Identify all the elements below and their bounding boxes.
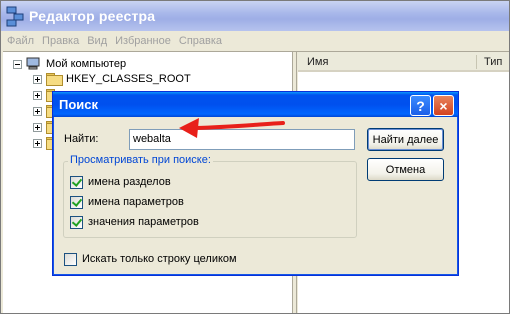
menu-edit[interactable]: Правка — [42, 35, 79, 47]
list-header: Имя Тип — [298, 52, 509, 72]
menu-favorites[interactable]: Избранное — [115, 35, 171, 47]
option-match-whole[interactable]: Искать только строку целиком — [64, 251, 237, 267]
arrow-annotation — [179, 118, 285, 138]
checkbox-data[interactable] — [70, 215, 83, 229]
help-icon: ? — [416, 97, 425, 114]
checkbox-keys[interactable] — [70, 175, 83, 189]
menu-view[interactable]: Вид — [87, 35, 107, 47]
menu-bar: Файл Правка Вид Избранное Справка — [1, 31, 509, 51]
checkbox-match-whole[interactable] — [64, 252, 77, 266]
checkbox-values[interactable] — [70, 195, 83, 209]
option-label: значения параметров — [88, 216, 199, 228]
help-button[interactable]: ? — [410, 95, 431, 116]
regedit-icon — [6, 6, 24, 27]
close-button[interactable]: × — [433, 95, 454, 116]
expand-icon[interactable] — [33, 122, 42, 132]
regedit-window: Редактор реестра Файл Правка Вид Избранн… — [0, 0, 510, 314]
dialog-title: Поиск — [59, 97, 99, 112]
window-title: Редактор реестра — [29, 8, 156, 24]
column-header-type[interactable]: Тип — [484, 56, 502, 68]
expand-icon[interactable] — [33, 90, 42, 100]
tree-item-root[interactable]: Мой компьютер — [13, 56, 126, 72]
expand-icon[interactable] — [33, 74, 42, 84]
column-header-name[interactable]: Имя — [307, 56, 328, 68]
expand-icon[interactable] — [33, 106, 42, 116]
option-label: имена разделов — [88, 176, 171, 188]
option-data[interactable]: значения параметров — [70, 214, 199, 230]
find-label: Найти: — [64, 133, 99, 145]
option-label: имена параметров — [88, 196, 184, 208]
cancel-button[interactable]: Отмена — [367, 158, 444, 181]
tree-item-label: HKEY_CLASSES_ROOT — [66, 73, 191, 85]
title-bar: Редактор реестра — [1, 1, 509, 31]
tree-item[interactable]: HKEY_CLASSES_ROOT — [33, 71, 191, 87]
tree-label-root: Мой компьютер — [46, 58, 127, 70]
group-title: Просматривать при поиске: — [68, 154, 213, 166]
find-next-button[interactable]: Найти далее — [367, 128, 444, 151]
collapse-icon[interactable] — [13, 59, 22, 69]
option-label: Искать только строку целиком — [82, 253, 237, 265]
menu-help[interactable]: Справка — [179, 35, 222, 47]
computer-icon — [26, 57, 40, 70]
menu-file[interactable]: Файл — [7, 35, 34, 47]
folder-icon — [46, 73, 63, 86]
search-options-group: Просматривать при поиске: имена разделов… — [63, 154, 357, 238]
close-icon: × — [439, 97, 448, 114]
column-divider[interactable] — [476, 55, 477, 69]
option-keys[interactable]: имена разделов — [70, 174, 171, 190]
expand-icon[interactable] — [33, 138, 42, 148]
option-values[interactable]: имена параметров — [70, 194, 184, 210]
